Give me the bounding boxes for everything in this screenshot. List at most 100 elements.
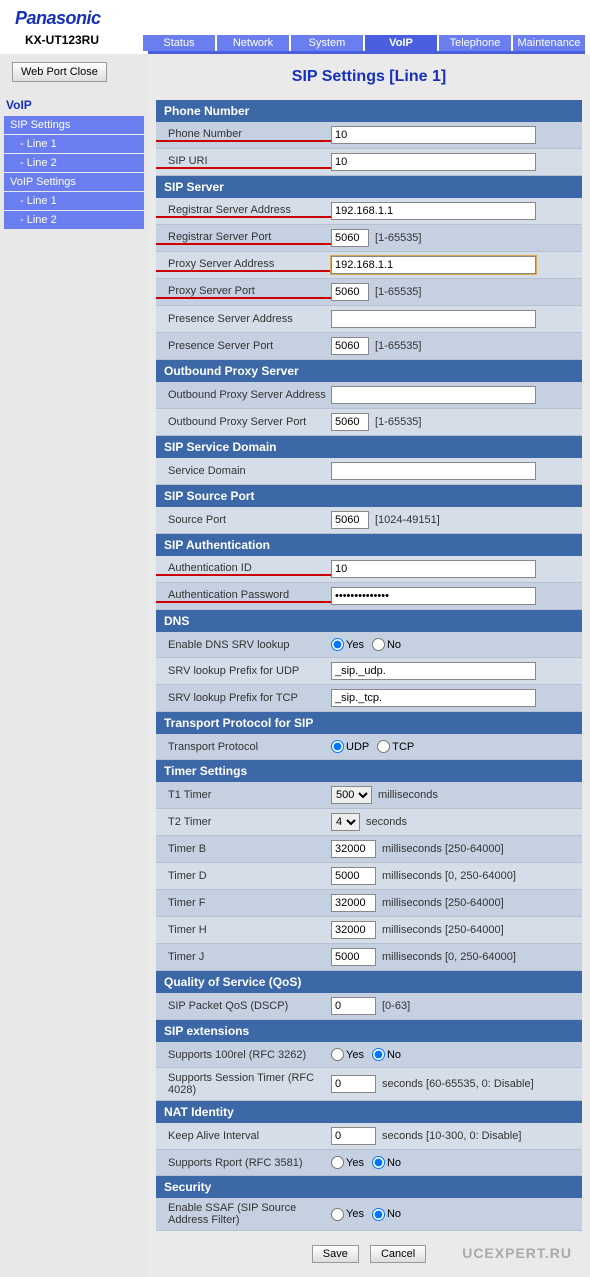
hint-text: [1024-49151] [375, 514, 440, 526]
row-value: [1-65535] [331, 337, 582, 355]
text-input[interactable] [331, 689, 536, 707]
row-label: Service Domain [156, 465, 331, 477]
row-value: 500milliseconds [331, 786, 582, 804]
nav-sub[interactable]: - Line 1 [4, 192, 144, 210]
form-row: Phone Number [156, 122, 582, 149]
form-row: SRV lookup Prefix for UDP [156, 658, 582, 685]
radio-input[interactable] [331, 638, 344, 651]
row-value: Yes No [331, 1156, 582, 1169]
text-input[interactable] [331, 337, 369, 355]
text-input[interactable] [331, 511, 369, 529]
radio-option[interactable]: Yes [331, 1048, 364, 1061]
nav-sub[interactable]: - Line 1 [4, 135, 144, 153]
row-label: Timer H [156, 924, 331, 936]
row-label: SRV lookup Prefix for TCP [156, 692, 331, 704]
text-input[interactable] [331, 256, 536, 274]
text-input[interactable] [331, 229, 369, 247]
radio-input[interactable] [331, 1208, 344, 1221]
tab-status[interactable]: Status [143, 35, 215, 51]
tab-voip[interactable]: VoIP [365, 35, 437, 51]
text-input[interactable] [331, 202, 536, 220]
text-input[interactable] [331, 662, 536, 680]
radio-option[interactable]: UDP [331, 740, 369, 753]
select-input[interactable]: 500 [331, 786, 372, 804]
row-value [331, 126, 582, 144]
radio-option[interactable]: Yes [331, 1208, 364, 1221]
cancel-button[interactable]: Cancel [370, 1245, 426, 1263]
tab-network[interactable]: Network [217, 35, 289, 51]
row-label: Source Port [156, 514, 331, 526]
row-value: milliseconds [250-64000] [331, 894, 582, 912]
radio-input[interactable] [372, 1048, 385, 1061]
radio-input[interactable] [377, 740, 390, 753]
form-row: Authentication ID [156, 556, 582, 583]
web-port-close-button[interactable]: Web Port Close [12, 62, 107, 82]
text-input[interactable] [331, 386, 536, 404]
nav-sip-settings[interactable]: SIP Settings [4, 116, 144, 134]
text-input[interactable] [331, 587, 536, 605]
form-row: Transport ProtocolUDPTCP [156, 734, 582, 760]
text-input[interactable] [331, 948, 376, 966]
nav-sub[interactable]: - Line 2 [4, 154, 144, 172]
radio-input[interactable] [372, 1156, 385, 1169]
form-row: Outbound Proxy Server Address [156, 382, 582, 409]
text-input[interactable] [331, 126, 536, 144]
radio-option[interactable]: Yes [331, 1156, 364, 1169]
form-row: T2 Timer4seconds [156, 809, 582, 836]
form-row: SIP URI [156, 149, 582, 176]
section-header: Outbound Proxy Server [156, 360, 582, 382]
radio-input[interactable] [331, 740, 344, 753]
form-row: Timer Fmilliseconds [250-64000] [156, 890, 582, 917]
nav-voip-settings[interactable]: VoIP Settings [4, 173, 144, 191]
text-input[interactable] [331, 413, 369, 431]
radio-option[interactable]: TCP [377, 740, 414, 753]
text-input[interactable] [331, 867, 376, 885]
text-input[interactable] [331, 153, 536, 171]
select-input[interactable]: 4 [331, 813, 360, 831]
text-input[interactable] [331, 921, 376, 939]
tab-system[interactable]: System [291, 35, 363, 51]
radio-option[interactable]: No [372, 1156, 401, 1169]
section-header: Security [156, 1176, 582, 1198]
save-button[interactable]: Save [312, 1245, 359, 1263]
radio-input[interactable] [331, 1048, 344, 1061]
hint-text: milliseconds [0, 250-64000] [382, 870, 516, 882]
row-label: Outbound Proxy Server Address [156, 389, 331, 401]
text-input[interactable] [331, 462, 536, 480]
section-header: SIP Authentication [156, 534, 582, 556]
form-row: Service Domain [156, 458, 582, 485]
section-header: NAT Identity [156, 1101, 582, 1123]
radio-option[interactable]: No [372, 1208, 401, 1221]
tab-telephone[interactable]: Telephone [439, 35, 511, 51]
hint-text: seconds [10-300, 0: Disable] [382, 1130, 521, 1142]
row-value: UDP TCP [331, 740, 582, 753]
form-row: SIP Packet QoS (DSCP)[0-63] [156, 993, 582, 1020]
text-input[interactable] [331, 840, 376, 858]
text-input[interactable] [331, 283, 369, 301]
hint-text: milliseconds [0, 250-64000] [382, 951, 516, 963]
row-label: T2 Timer [156, 816, 331, 828]
watermark: UCEXPERT.RU [462, 1245, 572, 1261]
radio-input[interactable] [372, 1208, 385, 1221]
text-input[interactable] [331, 894, 376, 912]
radio-option[interactable]: No [372, 638, 401, 651]
text-input[interactable] [331, 310, 536, 328]
form-row: Supports 100rel (RFC 3262)YesNo [156, 1042, 582, 1068]
text-input[interactable] [331, 560, 536, 578]
text-input[interactable] [331, 997, 376, 1015]
text-input[interactable] [331, 1127, 376, 1145]
radio-option[interactable]: No [372, 1048, 401, 1061]
content-area: SIP Settings [Line 1] Phone NumberPhone … [148, 54, 590, 1277]
radio-option[interactable]: Yes [331, 638, 364, 651]
row-value [331, 560, 582, 578]
tab-maintenance[interactable]: Maintenance [513, 35, 585, 51]
nav-sub[interactable]: - Line 2 [4, 211, 144, 229]
row-label: Outbound Proxy Server Port [156, 416, 331, 428]
radio-input[interactable] [331, 1156, 344, 1169]
radio-input[interactable] [372, 638, 385, 651]
form-row: SRV lookup Prefix for TCP [156, 685, 582, 712]
row-label: Supports Session Timer (RFC 4028) [156, 1072, 331, 1096]
row-value: seconds [10-300, 0: Disable] [331, 1127, 582, 1145]
text-input[interactable] [331, 1075, 376, 1093]
row-value [331, 587, 582, 605]
